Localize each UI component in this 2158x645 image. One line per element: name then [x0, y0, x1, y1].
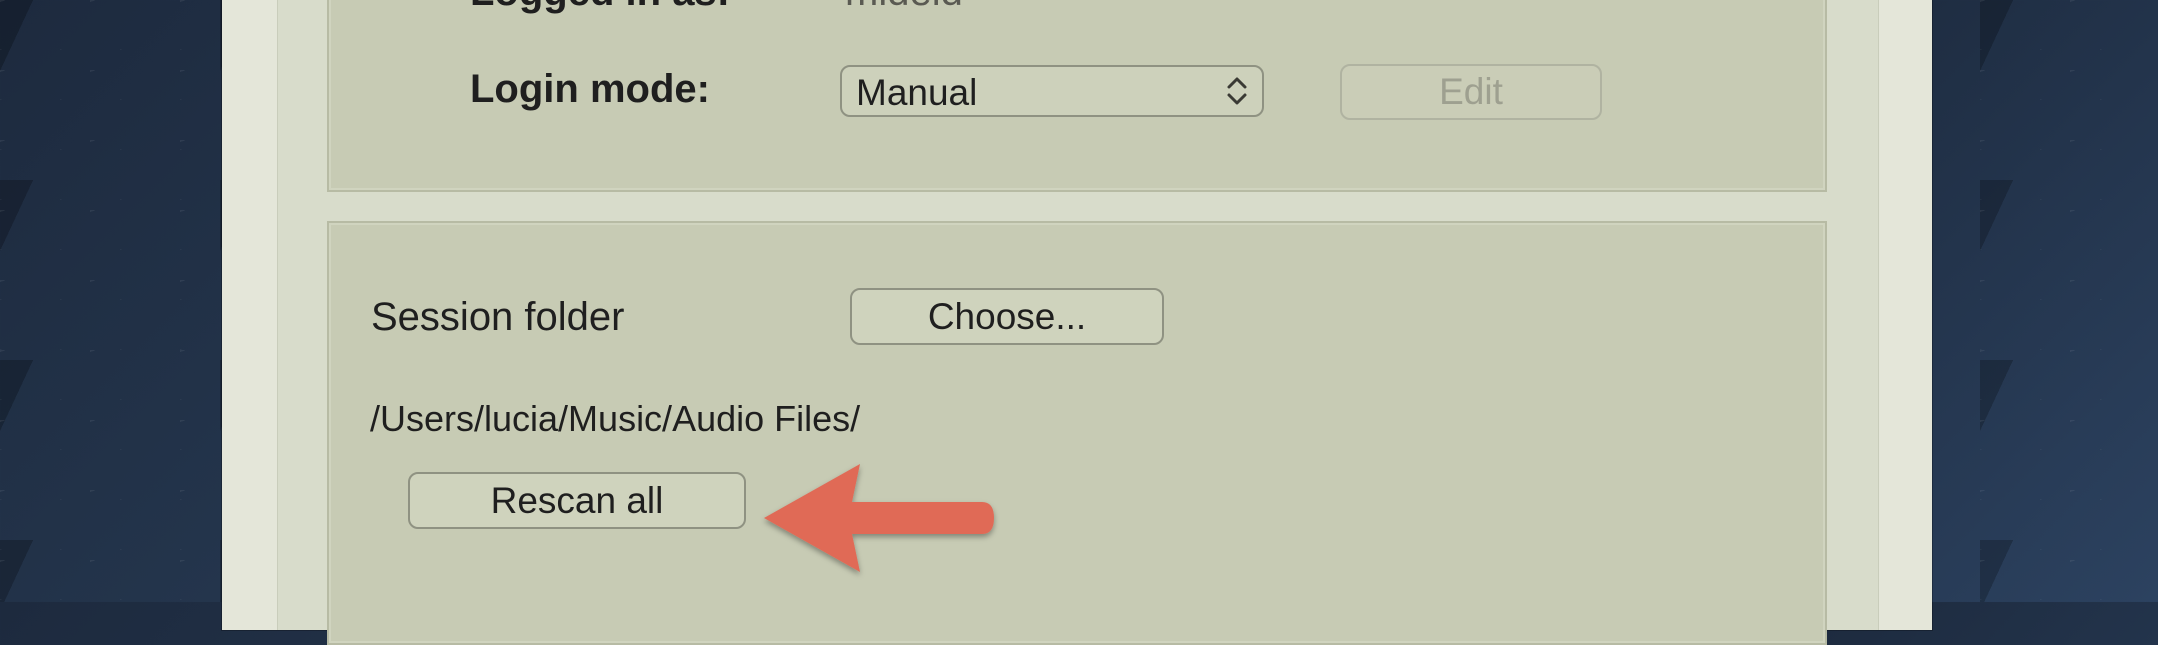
session-folder-label: Session folder — [371, 295, 625, 339]
login-mode-value: Manual — [856, 72, 978, 113]
session-folder-path: /Users/lucia/Music/Audio Files/ — [370, 398, 861, 439]
rescan-all-button[interactable]: Rescan all — [408, 472, 746, 529]
up-down-chevron-icon — [1227, 77, 1247, 105]
choose-folder-button[interactable]: Choose... — [850, 288, 1164, 345]
login-mode-label: Login mode: — [470, 67, 710, 111]
login-mode-select[interactable]: Manual — [840, 65, 1264, 117]
edit-button[interactable]: Edit — [1340, 64, 1602, 120]
logged-in-value: mideld — [845, 0, 963, 15]
annotation-arrow-icon — [764, 464, 994, 572]
logged-in-label: Logged in as: — [470, 0, 730, 15]
